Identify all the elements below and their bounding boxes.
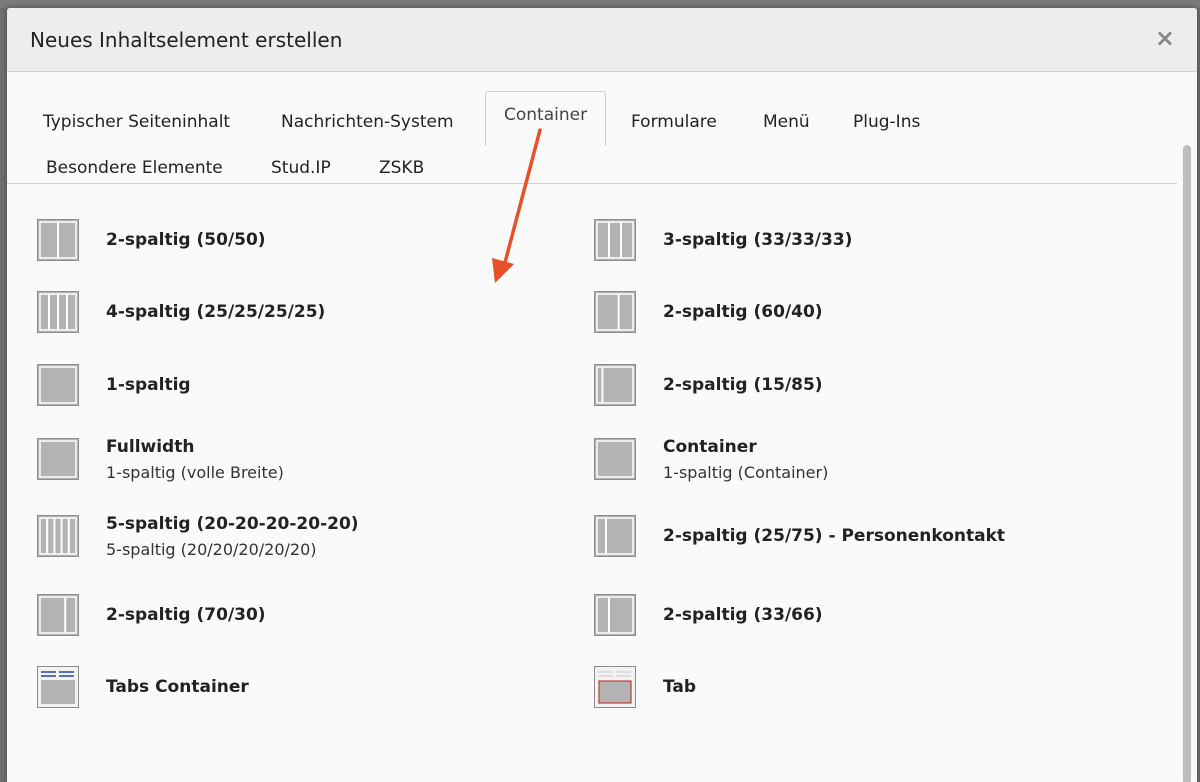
columns-2-icon — [37, 219, 79, 261]
tab-nachrichten-system[interactable]: Nachrichten-System — [263, 99, 472, 145]
item-text: Tab — [663, 677, 696, 697]
item-text: 3-spaltig (33/33/33) — [663, 230, 852, 250]
item-text: Fullwidth 1-spaltig (volle Breite) — [106, 437, 284, 482]
dialog-title: Neues Inhaltselement erstellen — [30, 28, 343, 52]
columns-1-icon — [37, 364, 79, 406]
item-text: 2-spaltig (15/85) — [663, 375, 823, 395]
tab-icon — [594, 666, 636, 708]
tab-stud-ip[interactable]: Stud.IP — [253, 145, 349, 191]
item-text: 2-spaltig (50/50) — [106, 230, 266, 250]
columns-2-icon — [37, 594, 79, 636]
tab-formulare[interactable]: Formulare — [613, 99, 735, 145]
tab-zskb[interactable]: ZSKB — [361, 145, 442, 191]
tab-menu[interactable]: Menü — [745, 99, 828, 145]
content-element-item[interactable]: 4-spaltig (25/25/25/25) — [37, 287, 325, 337]
item-title: 2-spaltig (15/85) — [663, 375, 823, 395]
tab-typischer-seiteninhalt[interactable]: Typischer Seiteninhalt — [25, 99, 248, 145]
tabs-container-icon — [37, 666, 79, 708]
item-title: 2-spaltig (33/66) — [663, 605, 823, 625]
item-title: Container — [663, 436, 757, 457]
item-title: 2-spaltig (25/75) - Personenkontakt — [663, 526, 1006, 546]
item-text: 2-spaltig (25/75) - Personenkontakt — [663, 526, 1005, 546]
scrollbar[interactable] — [1183, 145, 1191, 782]
content-element-item[interactable]: 2-spaltig (15/85) — [594, 360, 823, 410]
content-element-item[interactable]: 2-spaltig (70/30) — [37, 590, 266, 640]
tab-bar: Typischer Seiteninhalt Nachrichten-Syste… — [7, 72, 1177, 184]
columns-1-icon — [594, 438, 636, 480]
content-element-item[interactable]: 2-spaltig (60/40) — [594, 287, 823, 337]
item-title: 1-spaltig — [106, 375, 191, 395]
columns-5-icon — [37, 515, 79, 557]
columns-4-icon — [37, 291, 79, 333]
content-element-item[interactable]: Tab — [594, 662, 696, 712]
item-title: 2-spaltig (70/30) — [106, 605, 266, 625]
tab-container[interactable]: Container — [485, 91, 607, 146]
content-element-item[interactable]: Tabs Container — [37, 662, 249, 712]
columns-3-icon — [594, 219, 636, 261]
item-text: 5-spaltig (20-20-20-20-20) 5-spaltig (20/… — [106, 514, 359, 559]
item-title: Fullwidth — [106, 436, 195, 457]
content-element-item[interactable]: 2-spaltig (33/66) — [594, 590, 823, 640]
item-text: 1-spaltig — [106, 375, 191, 395]
item-title: 2-spaltig (60/40) — [663, 302, 823, 322]
item-text: Tabs Container — [106, 677, 249, 697]
columns-2-icon — [594, 291, 636, 333]
item-text: Container 1-spaltig (Container) — [663, 437, 828, 482]
item-title: 5-spaltig (20-20-20-20-20) — [106, 513, 359, 534]
close-button[interactable]: × — [1155, 26, 1175, 50]
item-title: 3-spaltig (33/33/33) — [663, 230, 853, 250]
content-element-item[interactable]: Container 1-spaltig (Container) — [594, 434, 828, 484]
background-page — [0, 0, 1200, 8]
content-element-item[interactable]: 2-spaltig (50/50) — [37, 215, 266, 265]
columns-2-icon — [594, 364, 636, 406]
new-content-element-dialog: Neues Inhaltselement erstellen × Typisch… — [7, 8, 1197, 782]
item-title: 4-spaltig (25/25/25/25) — [106, 302, 326, 322]
item-title: Tabs Container — [106, 677, 249, 697]
tab-plug-ins[interactable]: Plug-Ins — [835, 99, 938, 145]
item-description: 1-spaltig (Container) — [663, 462, 829, 482]
item-text: 2-spaltig (33/66) — [663, 605, 823, 625]
item-description: 5-spaltig (20/20/20/20/20) — [106, 539, 317, 559]
dialog-header: Neues Inhaltselement erstellen × — [7, 8, 1197, 72]
tab-besondere-elemente[interactable]: Besondere Elemente — [28, 145, 241, 191]
item-text: 2-spaltig (60/40) — [663, 302, 823, 322]
columns-2-icon — [594, 594, 636, 636]
item-description: 1-spaltig (volle Breite) — [106, 462, 284, 482]
columns-2-icon — [594, 515, 636, 557]
columns-1-icon — [37, 438, 79, 480]
item-text: 2-spaltig (70/30) — [106, 605, 266, 625]
item-title: 2-spaltig (50/50) — [106, 230, 266, 250]
content-element-item[interactable]: 5-spaltig (20-20-20-20-20) 5-spaltig (20/… — [37, 511, 359, 561]
content-element-item[interactable]: 1-spaltig — [37, 360, 191, 410]
content-element-item[interactable]: 3-spaltig (33/33/33) — [594, 215, 852, 265]
item-title: Tab — [663, 677, 697, 697]
content-element-item[interactable]: 2-spaltig (25/75) - Personenkontakt — [594, 511, 1005, 561]
item-text: 4-spaltig (25/25/25/25) — [106, 302, 325, 322]
arrow-head — [492, 258, 514, 283]
content-element-item[interactable]: Fullwidth 1-spaltig (volle Breite) — [37, 434, 284, 484]
